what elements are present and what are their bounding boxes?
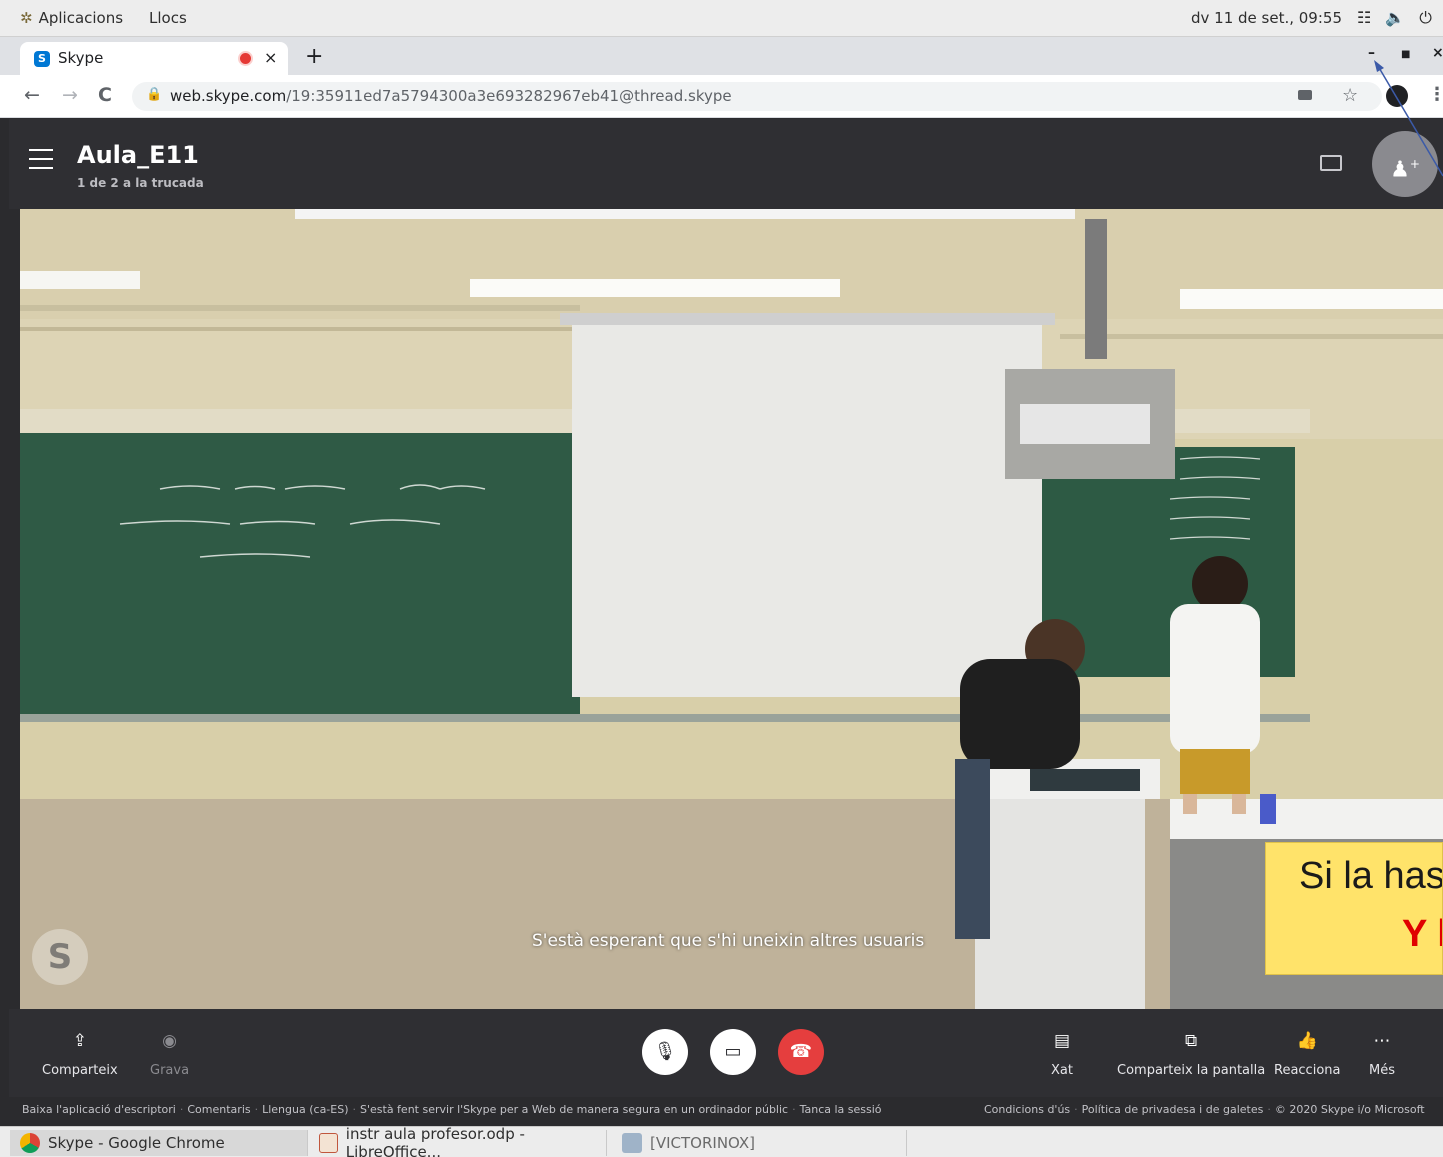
file-manager-icon (622, 1133, 642, 1153)
tab-close-icon[interactable]: × (264, 48, 277, 67)
share-icon: ⇪ (72, 1031, 87, 1051)
footer-link-feedback[interactable]: Comentaris (187, 1103, 250, 1116)
share-screen-button[interactable]: ⧉ Comparteix la pantalla (1117, 1031, 1265, 1078)
url-host: web.skype.com (170, 87, 287, 105)
video-camera-icon: ▭ (724, 1041, 742, 1062)
layout-switch-icon[interactable] (1320, 155, 1342, 171)
chat-icon: ▤ (1053, 1031, 1071, 1051)
classroom-video-frame (20, 209, 1443, 1009)
more-dots-icon: ⋯ (1373, 1031, 1391, 1051)
browser-tab-strip: S Skype × + – ■ × (0, 37, 1443, 75)
reload-icon[interactable]: C (98, 84, 112, 106)
forward-arrow-icon[interactable]: → (62, 84, 78, 106)
call-participants-count: 1 de 2 a la trucada (77, 176, 204, 190)
skype-watermark-icon: S (32, 929, 88, 985)
share-button[interactable]: ⇪ Comparteix (42, 1031, 118, 1078)
record-button[interactable]: ◉ Grava (150, 1031, 189, 1078)
url-text: web.skype.com/19:35911ed7a5794300a3e6932… (170, 87, 732, 105)
call-header: Aula_E11 1 de 2 a la trucada ♟+ (9, 119, 1443, 209)
task-chrome-label: Skype - Google Chrome (48, 1134, 225, 1152)
footer-right-links: Condicions d'ús · Política de privadesa i … (984, 1103, 1425, 1116)
record-label: Grava (150, 1063, 190, 1078)
call-title: Aula_E11 (77, 141, 199, 169)
call-controls-bar: ⇪ Comparteix ◉ Grava 🎙 ▭ ☎ ▤ Xat ⧉ Compa… (9, 1009, 1443, 1097)
footer-public-computer-notice[interactable]: S'està fent servir l'Skype per a Web de … (360, 1103, 788, 1116)
chrome-icon (20, 1133, 40, 1153)
browser-toolbar: ← → C 🔒 web.skype.com/19:35911ed7a579430… (0, 75, 1443, 118)
share-label: Comparteix (42, 1063, 118, 1078)
task-victorinox-label: [VICTORINOX] (650, 1134, 756, 1152)
maximize-icon[interactable]: ■ (1401, 49, 1410, 60)
footer-copyright: © 2020 Skype i/o Microsoft (1274, 1103, 1425, 1116)
footer-link-language[interactable]: Llengua (ca-ES) (262, 1103, 348, 1116)
window-close-icon[interactable]: × (1432, 45, 1443, 61)
task-victorinox[interactable]: [VICTORINOX] (612, 1130, 907, 1156)
hamburger-menu-icon[interactable] (29, 149, 53, 176)
window-list-taskbar: Skype - Google Chrome instr aula profeso… (0, 1125, 1443, 1157)
task-chrome[interactable]: Skype - Google Chrome (10, 1130, 308, 1156)
tab-title: Skype (58, 49, 104, 67)
network-icon[interactable]: ☷ (1357, 8, 1371, 28)
footer-link-privacy[interactable]: Política de privadesa i de galetes (1082, 1103, 1264, 1116)
more-label: Més (1369, 1063, 1395, 1078)
microphone-icon: 🎙 (653, 1041, 677, 1062)
task-libreoffice-label: instr aula profesor.odp - LibreOffice... (345, 1125, 525, 1157)
camera-button[interactable]: ▭ (710, 1029, 756, 1075)
footer-left-links: Baixa l'aplicació d'escriptori · Comentari… (22, 1103, 882, 1116)
skype-favicon-icon: S (34, 51, 50, 67)
footer-link-sign-out[interactable]: Tanca la sessió (800, 1103, 882, 1116)
remote-video-feed: S S'està esperant que s'hi uneixin altre… (20, 209, 1443, 1009)
system-top-bar: ✲ Aplicacions Llocs dv 11 de set., 09:55… (0, 0, 1443, 37)
share-screen-label: Comparteix la pantalla (1117, 1063, 1266, 1078)
task-libreoffice[interactable]: instr aula profesor.odp - LibreOffice... (309, 1125, 607, 1157)
microphone-button[interactable]: 🎙 (642, 1029, 688, 1075)
annotation-line-2: Y l (1402, 913, 1442, 955)
volume-icon[interactable]: 🔈 (1385, 8, 1405, 28)
recording-indicator-icon (240, 53, 251, 64)
react-button[interactable]: 👍 Reacciona (1274, 1031, 1340, 1078)
power-icon[interactable]: ⏻ (1419, 8, 1432, 28)
places-menu[interactable]: Llocs (149, 9, 187, 27)
chat-button[interactable]: ▤ Xat (1051, 1031, 1073, 1078)
thumbs-up-icon: 👍 (1296, 1031, 1318, 1051)
system-clock[interactable]: dv 11 de set., 09:55 (1191, 9, 1342, 27)
annotation-line-1: Si la has (1299, 855, 1443, 897)
applications-menu[interactable]: ✲ Aplicacions (20, 9, 123, 27)
gnome-foot-icon: ✲ (20, 9, 33, 27)
back-arrow-icon[interactable]: ← (24, 84, 40, 106)
footer-link-terms[interactable]: Condicions d'ús (984, 1103, 1070, 1116)
more-button[interactable]: ⋯ Més (1369, 1031, 1395, 1078)
share-screen-icon: ⧉ (1185, 1031, 1198, 1051)
bookmark-star-icon[interactable]: ☆ (1342, 85, 1358, 106)
skype-footer: Baixa l'aplicació d'escriptori · Comentari… (9, 1097, 1443, 1126)
hang-up-button[interactable]: ☎ (778, 1029, 824, 1075)
url-path: /19:35911ed7a5794300a3e693282967eb41@thr… (286, 87, 732, 105)
system-tray: ☷ 🔈 ⏻ (1357, 8, 1432, 28)
new-tab-button[interactable]: + (305, 44, 323, 69)
annotation-callout: Si la has Y l (1265, 842, 1443, 975)
address-bar[interactable]: 🔒 web.skype.com/19:35911ed7a5794300a3e69… (132, 82, 1382, 111)
footer-link-download[interactable]: Baixa l'aplicació d'escriptori (22, 1103, 176, 1116)
applications-label: Aplicacions (38, 9, 124, 27)
camera-in-use-icon[interactable] (1298, 90, 1312, 100)
hang-up-icon: ☎ (789, 1041, 813, 1062)
lock-icon: 🔒 (146, 87, 163, 102)
browser-menu-icon[interactable]: ⋮ (1428, 84, 1443, 105)
record-icon: ◉ (162, 1031, 177, 1051)
impress-document-icon (319, 1133, 338, 1153)
add-participant-button[interactable]: ♟+ (1372, 131, 1438, 197)
minimize-icon[interactable]: – (1368, 45, 1375, 61)
chat-label: Xat (1051, 1063, 1073, 1078)
tab-skype[interactable]: S Skype × (20, 42, 288, 75)
profile-avatar-icon[interactable] (1386, 85, 1408, 107)
react-label: Reacciona (1274, 1063, 1341, 1078)
waiting-status-text: S'està esperant que s'hi uneixin altres … (532, 931, 925, 951)
